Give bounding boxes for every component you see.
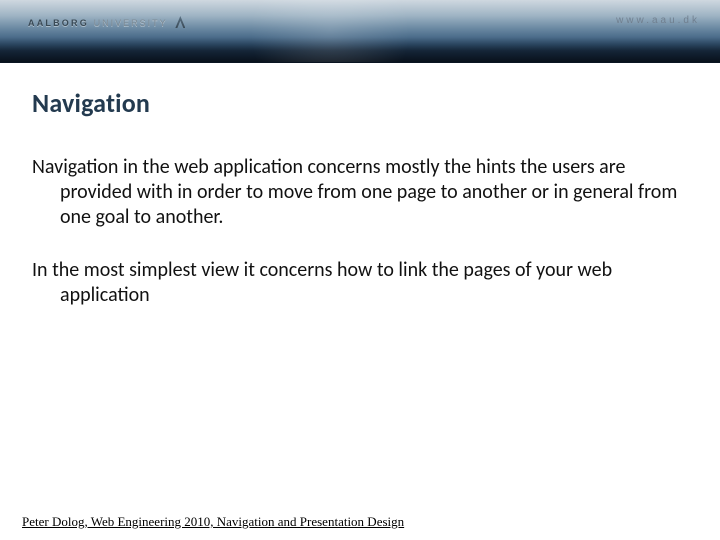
header-banner: AALBORG UNIVERSITY www.aau.dk <box>0 0 720 63</box>
org-name-bold: AALBORG <box>28 18 89 28</box>
org-url: www.aau.dk <box>616 15 700 26</box>
paragraph-2-text: In the most simplest view it concerns ho… <box>32 258 688 308</box>
org-logo: AALBORG UNIVERSITY <box>28 16 185 28</box>
paragraph-2: In the most simplest view it concerns ho… <box>32 258 688 308</box>
paragraph-1: Navigation in the web application concer… <box>32 155 688 230</box>
slide-footer: Peter Dolog, Web Engineering 2010, Navig… <box>22 514 404 530</box>
org-mark-icon <box>175 16 185 28</box>
slide-body: Navigation Navigation in the web applica… <box>0 63 720 308</box>
paragraph-1-text: Navigation in the web application concer… <box>32 155 688 230</box>
org-name-light: UNIVERSITY <box>94 18 168 28</box>
slide-title: Navigation <box>32 87 688 119</box>
